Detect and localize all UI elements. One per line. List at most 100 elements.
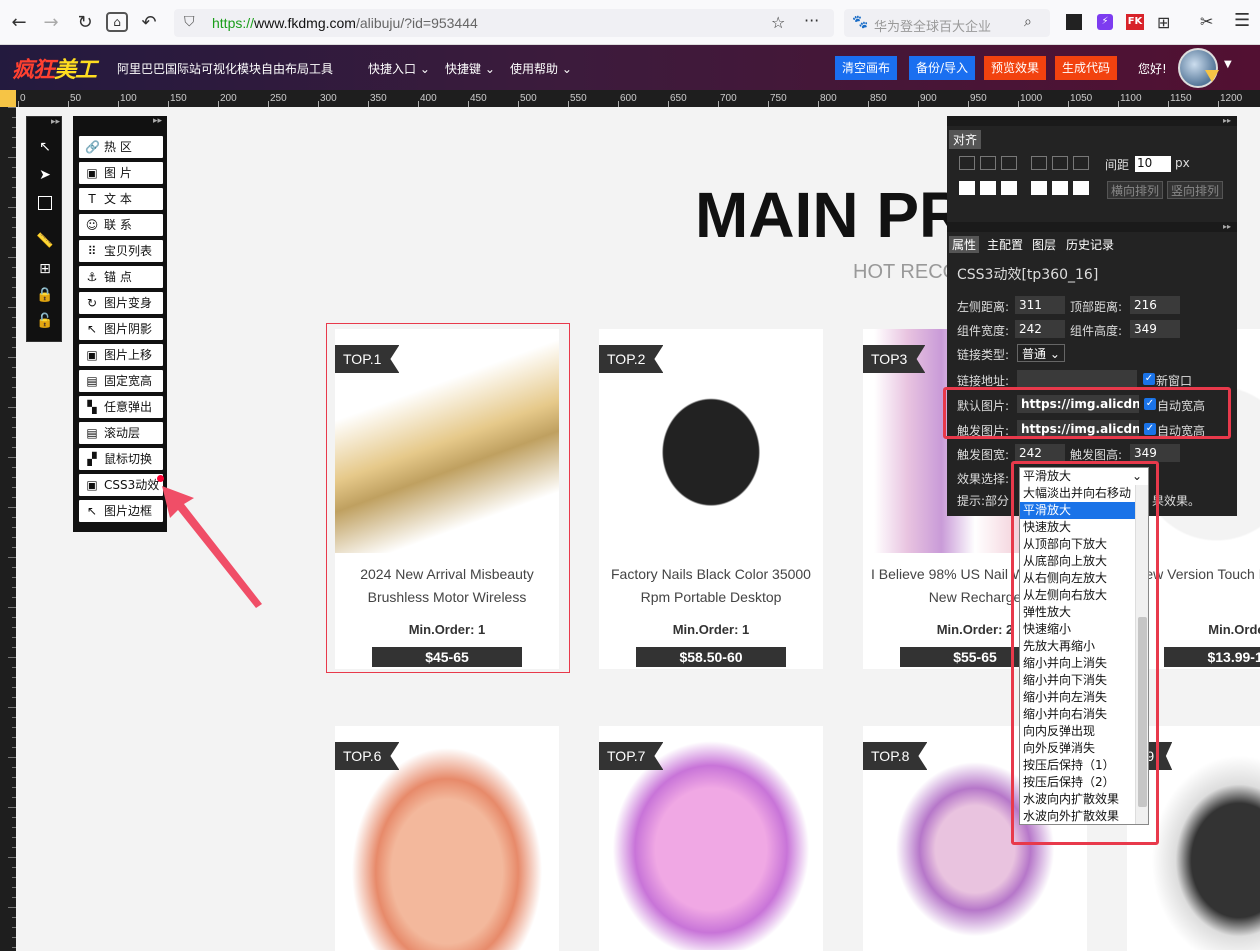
effect-option[interactable]: 先放大再缩小 (1020, 638, 1135, 655)
reload-icon[interactable]: ↻ (74, 12, 96, 34)
crop-frame-icon[interactable] (38, 196, 52, 210)
search-icon[interactable]: ⌕ (1024, 14, 1032, 30)
effect-option[interactable]: 缩小并向右消失 (1020, 706, 1135, 723)
effect-option[interactable]: 平滑放大 (1020, 502, 1135, 519)
link-address-input[interactable] (1017, 370, 1137, 388)
widget-button[interactable]: ▤ 滚动层 (79, 422, 163, 444)
effect-option[interactable]: 从左侧向右放大 (1020, 587, 1135, 604)
collapse-icon[interactable]: ▸▸ (153, 116, 162, 126)
table-icon[interactable]: ⊞ (35, 259, 55, 279)
align-option-icon[interactable] (1052, 181, 1068, 195)
effect-select-value[interactable]: 平滑放大 ⌄ (1020, 468, 1148, 485)
product-card[interactable]: TOP.7 (599, 726, 823, 951)
effect-option[interactable]: 大幅淡出并向右移动 (1020, 485, 1135, 502)
grid-apps-icon[interactable]: ⊞ (1157, 13, 1170, 32)
lightning-icon[interactable]: ⚡ (1097, 14, 1113, 30)
top-distance-input[interactable]: 216 (1130, 296, 1180, 314)
align-option-icon[interactable] (1001, 156, 1017, 170)
spacing-input[interactable]: 10 (1135, 156, 1171, 172)
generate-code-button[interactable]: 生成代码 (1055, 56, 1118, 80)
widget-button[interactable]: ▞ 鼠标切换 (79, 448, 163, 470)
hover-width-input[interactable]: 242 (1015, 444, 1065, 462)
height-input[interactable]: 349 (1130, 320, 1180, 338)
direct-select-icon[interactable]: ➤ (35, 165, 55, 185)
widget-button[interactable]: T文 本 (79, 188, 163, 210)
horizontal-arrange-button[interactable]: 横向排列 (1107, 181, 1164, 199)
widget-button[interactable]: ⚓ 锚 点 (79, 266, 163, 288)
caret-down-icon[interactable]: ▼ (1224, 59, 1232, 70)
widget-button[interactable]: ▣ 图片上移 (79, 344, 163, 366)
logo[interactable]: 疯狂美工 (12, 52, 97, 84)
effect-option[interactable]: 向内反弹出现 (1020, 723, 1135, 740)
clear-canvas-button[interactable]: 清空画布 (835, 56, 898, 80)
lock-icon[interactable]: 🔒 (35, 285, 55, 305)
forward-icon[interactable]: → (40, 12, 62, 34)
effect-option[interactable]: 从底部向上放大 (1020, 553, 1135, 570)
effect-option[interactable]: 向外反弹消失 (1020, 740, 1135, 757)
avatar[interactable] (1178, 48, 1218, 88)
effect-option[interactable]: 从顶部向下放大 (1020, 536, 1135, 553)
effect-option[interactable]: 缩小并向下消失 (1020, 672, 1135, 689)
bookmark-star-icon[interactable]: ☆ (771, 13, 785, 32)
widget-button[interactable]: ▤ 固定宽高 (79, 370, 163, 392)
align-option-icon[interactable] (1001, 181, 1017, 195)
more-icon[interactable]: ··· (804, 11, 819, 30)
tab-properties[interactable]: 属性 (949, 236, 980, 253)
select-arrow-icon[interactable]: ↖ (35, 137, 55, 157)
align-option-icon[interactable] (959, 181, 975, 195)
collapse-icon[interactable]: ▸▸ (51, 117, 60, 127)
tab-align[interactable]: 对齐 (949, 130, 982, 149)
new-window-checkbox[interactable]: ✓ (1143, 373, 1155, 385)
link-type-select[interactable]: 普通 ⌄ (1017, 344, 1065, 362)
back-icon[interactable]: ← (8, 12, 30, 34)
menu-quick-entry[interactable]: 快捷入口 ⌄ (368, 60, 430, 77)
scrollbar-thumb[interactable] (1138, 617, 1147, 807)
collapse-icon[interactable]: ▸▸ (1223, 222, 1231, 231)
effect-option[interactable]: 弹性放大 (1020, 604, 1135, 621)
home-icon[interactable]: ⌂ (106, 12, 128, 32)
align-option-icon[interactable] (1073, 181, 1089, 195)
product-card[interactable]: TOP.2 Factory Nails Black Color 35000 Rpm… (599, 329, 823, 669)
effect-option[interactable]: 按压后保持（2） (1020, 774, 1135, 791)
tab-main-config[interactable]: 主配置 (987, 236, 1023, 253)
backup-import-button[interactable]: 备份/导入 (909, 56, 976, 80)
undo-icon[interactable]: ↶ (138, 12, 160, 34)
widget-button[interactable]: 🔗 热 区 (79, 136, 163, 158)
ruler-icon[interactable]: 📏 (35, 231, 55, 251)
effect-option[interactable]: 快速缩小 (1020, 621, 1135, 638)
hamburger-menu-icon[interactable]: ☰ (1234, 10, 1250, 31)
fk-extension-icon[interactable]: FK (1126, 14, 1144, 30)
left-distance-input[interactable]: 311 (1015, 296, 1065, 314)
align-option-icon[interactable] (980, 156, 996, 170)
collapse-icon[interactable]: ▸▸ (1223, 116, 1231, 125)
library-icon[interactable] (1066, 14, 1082, 30)
align-option-icon[interactable] (1031, 156, 1047, 170)
menu-shortcuts[interactable]: 快捷键 ⌄ (445, 60, 495, 77)
effect-option[interactable]: 缩小并向左消失 (1020, 689, 1135, 706)
align-option-icon[interactable] (1052, 156, 1068, 170)
effect-option[interactable]: 快速放大 (1020, 519, 1135, 536)
widget-button[interactable]: ⠿ 宝贝列表 (79, 240, 163, 262)
widget-button[interactable]: ↻ 图片变身 (79, 292, 163, 314)
vertical-arrange-button[interactable]: 竖向排列 (1167, 181, 1224, 199)
effect-dropdown[interactable]: 平滑放大 ⌄ 大幅淡出并向右移动 平滑放大 快速放大 从顶部向下放大 从底部向上放大 从右侧… (1019, 467, 1149, 825)
align-option-icon[interactable] (980, 181, 996, 195)
effect-option[interactable]: 水波向外扩散效果 (1020, 808, 1135, 824)
menu-help[interactable]: 使用帮助 ⌄ (510, 60, 572, 77)
scissors-icon[interactable]: ✂ (1200, 12, 1213, 31)
hover-height-input[interactable]: 349 (1130, 444, 1180, 462)
widget-button[interactable]: ▚ 任意弹出 (79, 396, 163, 418)
address-bar[interactable]: ⛉ https://www.fkdmg.com/alibuju/?id=9534… (174, 9, 834, 37)
preview-button[interactable]: 预览效果 (984, 56, 1047, 80)
dropdown-scrollbar[interactable] (1135, 485, 1148, 824)
align-option-icon[interactable] (1073, 156, 1089, 170)
effect-option[interactable]: 从右侧向左放大 (1020, 570, 1135, 587)
product-card[interactable]: TOP.6 (335, 726, 559, 951)
effect-option[interactable]: 缩小并向上消失 (1020, 655, 1135, 672)
tab-layers[interactable]: 图层 (1032, 236, 1056, 253)
search-input[interactable]: 🐾 华为登全球百大企业 ⌕ (844, 9, 1050, 37)
align-option-icon[interactable] (1031, 181, 1047, 195)
selected-component-outline[interactable] (326, 323, 570, 673)
widget-button[interactable]: ▣ 图 片 (79, 162, 163, 184)
effect-option[interactable]: 按压后保持（1） (1020, 757, 1135, 774)
